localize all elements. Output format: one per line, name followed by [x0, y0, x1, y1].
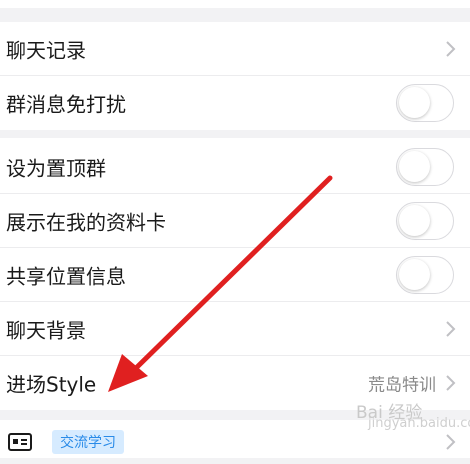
annotation-arrow: [108, 175, 333, 392]
